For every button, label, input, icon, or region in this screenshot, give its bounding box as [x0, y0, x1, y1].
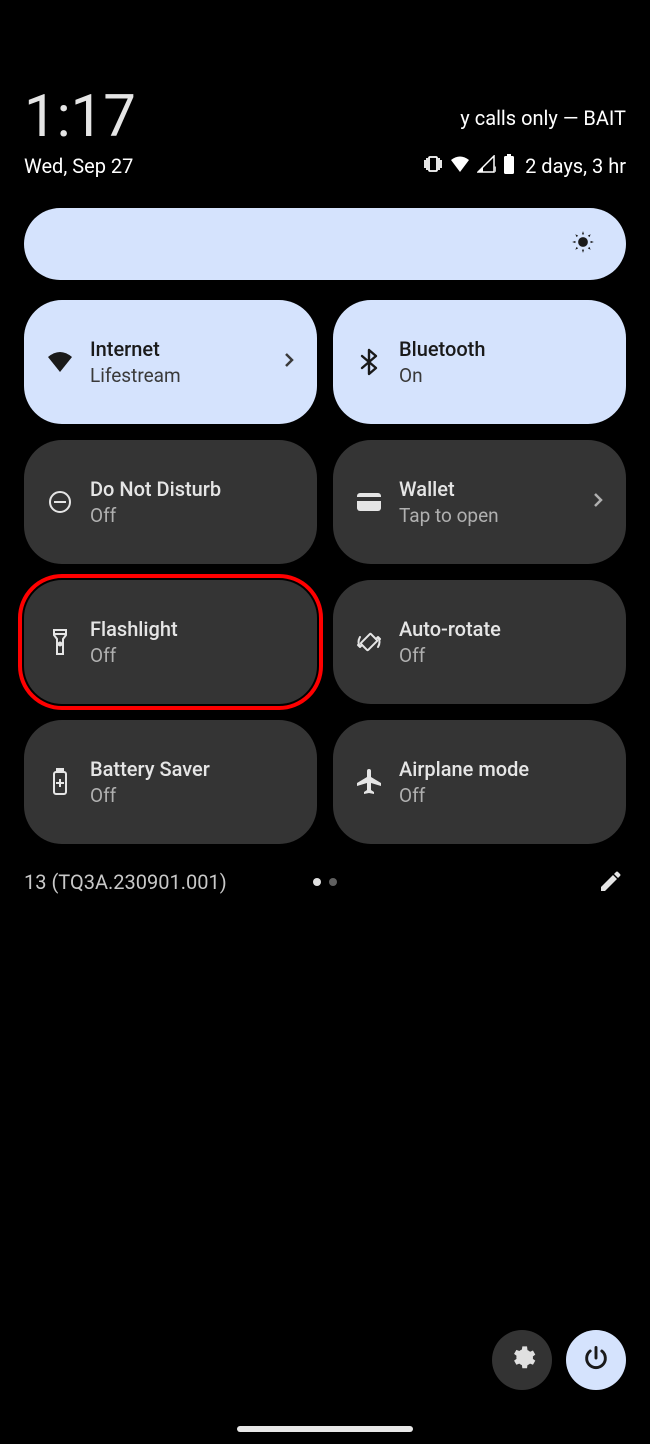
wifi-icon	[46, 348, 74, 376]
power-button[interactable]	[566, 1330, 626, 1390]
gear-icon	[508, 1344, 536, 1376]
signal-icon: !	[477, 155, 497, 177]
brightness-icon	[570, 229, 596, 259]
wallet-icon	[355, 488, 383, 516]
tile-label: Airplane mode	[399, 757, 604, 781]
wifi-icon	[449, 155, 471, 177]
navigation-handle[interactable]	[237, 1426, 413, 1432]
battery-estimate: 2 days, 3 hr	[525, 154, 626, 178]
tile-wallet[interactable]: Wallet Tap to open	[333, 440, 626, 564]
tile-auto-rotate[interactable]: Auto-rotate Off	[333, 580, 626, 704]
tile-status: Off	[90, 644, 295, 667]
battery-saver-icon	[46, 768, 74, 796]
tile-label: Flashlight	[90, 617, 295, 641]
date-text: Wed, Sep 27	[24, 154, 133, 178]
chevron-right-icon[interactable]	[592, 491, 604, 513]
tile-bluetooth[interactable]: Bluetooth On	[333, 300, 626, 424]
clock-time: 1:17	[24, 88, 136, 146]
settings-button[interactable]	[492, 1330, 552, 1390]
battery-icon	[503, 154, 515, 178]
tile-label: Do Not Disturb	[90, 477, 295, 501]
tile-label: Wallet	[399, 477, 604, 501]
airplane-icon	[355, 768, 383, 796]
chevron-right-icon[interactable]	[283, 351, 295, 373]
tile-label: Bluetooth	[399, 337, 604, 361]
edit-button[interactable]	[594, 866, 626, 898]
dnd-icon	[46, 488, 74, 516]
vibrate-icon	[423, 155, 443, 177]
tile-status: Off	[90, 784, 295, 807]
tile-status: Tap to open	[399, 504, 604, 527]
tile-label: Auto-rotate	[399, 617, 604, 641]
auto-rotate-icon	[355, 628, 383, 656]
page-dot-inactive	[329, 878, 337, 886]
flashlight-icon	[46, 628, 74, 656]
tile-status: Off	[399, 644, 604, 667]
tile-internet[interactable]: Internet Lifestream	[24, 300, 317, 424]
brightness-slider[interactable]	[24, 208, 626, 280]
tile-label: Internet	[90, 337, 295, 361]
page-indicator	[313, 878, 337, 886]
power-icon	[582, 1344, 610, 1376]
svg-text:!: !	[494, 166, 497, 173]
tile-flashlight[interactable]: Flashlight Off	[24, 580, 317, 704]
bluetooth-icon	[355, 348, 383, 376]
build-text: 13 (TQ3A.230901.001)	[24, 870, 594, 894]
tile-status: On	[399, 364, 604, 387]
status-icons: ! 2 days, 3 hr	[423, 154, 626, 178]
tile-status: Off	[90, 504, 295, 527]
tile-status: Off	[399, 784, 604, 807]
tile-do-not-disturb[interactable]: Do Not Disturb Off	[24, 440, 317, 564]
page-dot-active	[313, 878, 321, 886]
tile-status: Lifestream	[90, 364, 295, 387]
tile-airplane-mode[interactable]: Airplane mode Off	[333, 720, 626, 844]
tile-label: Battery Saver	[90, 757, 295, 781]
carrier-text: y calls only — BAIT	[460, 106, 626, 130]
tile-battery-saver[interactable]: Battery Saver Off	[24, 720, 317, 844]
